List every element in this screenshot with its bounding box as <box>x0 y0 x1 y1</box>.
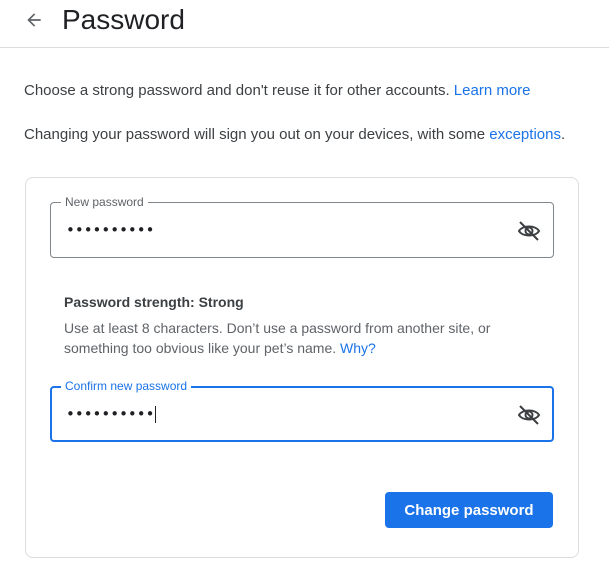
password-form-card: New password •••••••••• Password strengt… <box>25 177 579 558</box>
password-hint: Use at least 8 characters. Don’t use a p… <box>64 318 534 358</box>
info-text-2: Changing your password will sign you out… <box>24 126 486 143</box>
info-text-1: Choose a strong password and don't reuse… <box>24 82 450 99</box>
text-caret <box>155 406 157 423</box>
info-text-2-end: . <box>560 126 566 143</box>
back-button[interactable] <box>20 6 48 34</box>
confirm-password-value: •••••••••• <box>66 405 157 423</box>
exceptions-link[interactable]: exceptions <box>489 126 561 143</box>
confirm-password-label: Confirm new password <box>61 379 192 393</box>
change-password-button[interactable]: Change password <box>385 492 553 528</box>
arrow-left-icon <box>27 13 41 27</box>
password-hint-text: Use at least 8 characters. Don’t use a p… <box>64 320 491 356</box>
new-password-field[interactable]: New password •••••••••• <box>50 195 554 258</box>
new-password-value: •••••••••• <box>66 221 155 239</box>
password-strength: Password strength: Strong <box>64 294 244 310</box>
confirm-password-dots: •••••••••• <box>66 405 155 423</box>
why-link[interactable]: Why? <box>340 340 376 356</box>
learn-more-link[interactable]: Learn more <box>454 82 531 99</box>
page-title: Password <box>62 4 185 35</box>
new-password-label: New password <box>61 195 148 209</box>
toggle-confirm-password-visibility-button[interactable] <box>515 401 543 429</box>
page-header: Password <box>0 0 609 48</box>
toggle-new-password-visibility-button[interactable] <box>515 217 543 245</box>
confirm-password-field[interactable]: Confirm new password •••••••••• <box>50 379 554 442</box>
eye-off-icon <box>517 405 541 425</box>
info-line-2: Changing your password will sign you out… <box>24 125 565 145</box>
info-line-1: Choose a strong password and don't reuse… <box>24 81 531 101</box>
eye-off-icon <box>517 221 541 241</box>
